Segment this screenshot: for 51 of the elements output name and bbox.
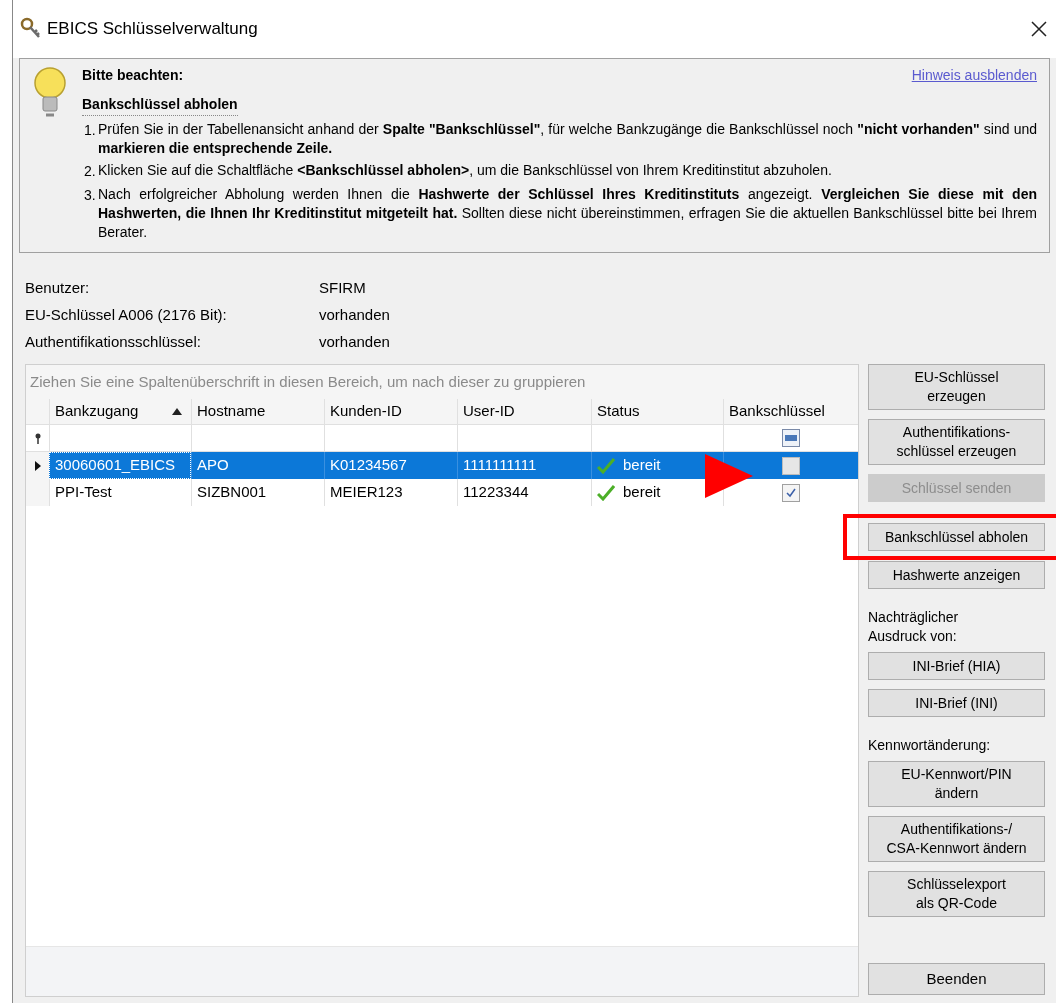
close-icon[interactable] (1030, 20, 1048, 38)
checkmark-icon (597, 484, 615, 501)
section-label: Kennwortänderung: (868, 736, 992, 755)
info-value: vorhanden (319, 332, 390, 350)
checkbox[interactable] (782, 483, 800, 502)
info-label: EU-Schlüssel A006 (2176 Bit): (25, 305, 228, 323)
action-button[interactable]: EU-Schlüssel erzeugen (868, 364, 1045, 410)
window-title: EBICS Schlüsselverwaltung (47, 18, 258, 41)
info-label: Authentifikationsschlüssel: (25, 332, 202, 350)
info-value: vorhanden (319, 305, 390, 323)
checkbox[interactable] (782, 456, 800, 475)
table-row[interactable]: 30060601_EBICS APO K01234567 1111111111 bereit (26, 452, 858, 479)
column-header[interactable]: User-ID (457, 399, 591, 424)
checkmark-icon (785, 486, 797, 499)
table-cell: 11223344 (457, 479, 591, 506)
action-button[interactable]: INI-Brief (HIA) (868, 652, 1045, 680)
info-value: SFIRM (319, 278, 366, 296)
table-cell: MEIER123 (324, 479, 457, 506)
group-panel: Ziehen Sie eine Spaltenüberschrift in diesen Bereich, um nach dieser zu gruppieren (26, 365, 858, 399)
action-button[interactable]: Hashwerte anzeigen (868, 561, 1045, 589)
hint-heading: Bankschlüssel abholen (82, 94, 238, 116)
step-number: 1. (84, 121, 97, 140)
hide-hint-link[interactable]: Hinweis ausblenden (911, 65, 1037, 86)
info-label: Benutzer: (25, 278, 91, 296)
row-pointer-icon (34, 460, 41, 471)
column-header[interactable]: Hostname (191, 399, 324, 424)
column-header[interactable]: Status (591, 399, 723, 424)
pointer-arrow-drawing (705, 454, 753, 498)
filter-pin-icon (33, 432, 42, 444)
step-text: Prüfen Sie in der Tabellenansicht anhand der Spalte "Bankschlüssel", für welche Bankzugänge die Bankschlüssel noch "nicht vorhanden" sind und markieren die entsprechende Zeile. (98, 120, 1037, 158)
step-text: Nach erfolgreicher Abholung werden Ihnen die Hashwerte der Schlüssel Ihres Kreditinstituts angezeigt. Vergleichen Sie diese mit den Hashwerten, die Ihnen Ihr Kreditinstitut mitgeteilt hat. Sollten diese nicht übereinstimmen, erfragen Sie die aktuellen Bankschlüssel bitte bei Ihrem Berater. (98, 185, 1037, 242)
hint-title: Bitte beachten: (82, 66, 184, 85)
close-dialog-button[interactable]: Beenden (868, 963, 1045, 995)
action-button[interactable]: Schlüsselexport als QR-Code (868, 871, 1045, 917)
action-button[interactable]: EU-Kennwort/PIN ändern (868, 761, 1045, 807)
column-header[interactable]: Kunden-ID (324, 399, 457, 424)
section-label: Nachträglicher Ausdruck von: (868, 608, 960, 646)
action-button[interactable]: Bankschlüssel abholen (868, 523, 1045, 551)
step-number: 2. (84, 162, 97, 181)
action-button[interactable]: INI-Brief (INI) (868, 689, 1045, 717)
filter-checkbox-icon[interactable] (782, 429, 800, 447)
checkmark-icon (597, 457, 615, 474)
table-cell: SIZBN001 (191, 479, 324, 506)
column-header[interactable]: Bankzugang (49, 399, 191, 424)
sort-ascending-icon (172, 408, 182, 415)
action-button[interactable]: Authentifikations- schlüssel erzeugen (868, 419, 1045, 465)
step-number: 3. (84, 186, 97, 205)
step-text: Klicken Sie auf die Schaltfläche <Bankschlüssel abholen>, um die Bankschlüssel von Ihrem Kreditinstitut abzuholen. (98, 161, 832, 180)
action-button[interactable]: Authentifikations-/ CSA-Kennwort ändern (868, 816, 1045, 862)
column-header[interactable]: Bankschlüssel (723, 399, 858, 424)
table-cell: PPI-Test (49, 479, 191, 506)
